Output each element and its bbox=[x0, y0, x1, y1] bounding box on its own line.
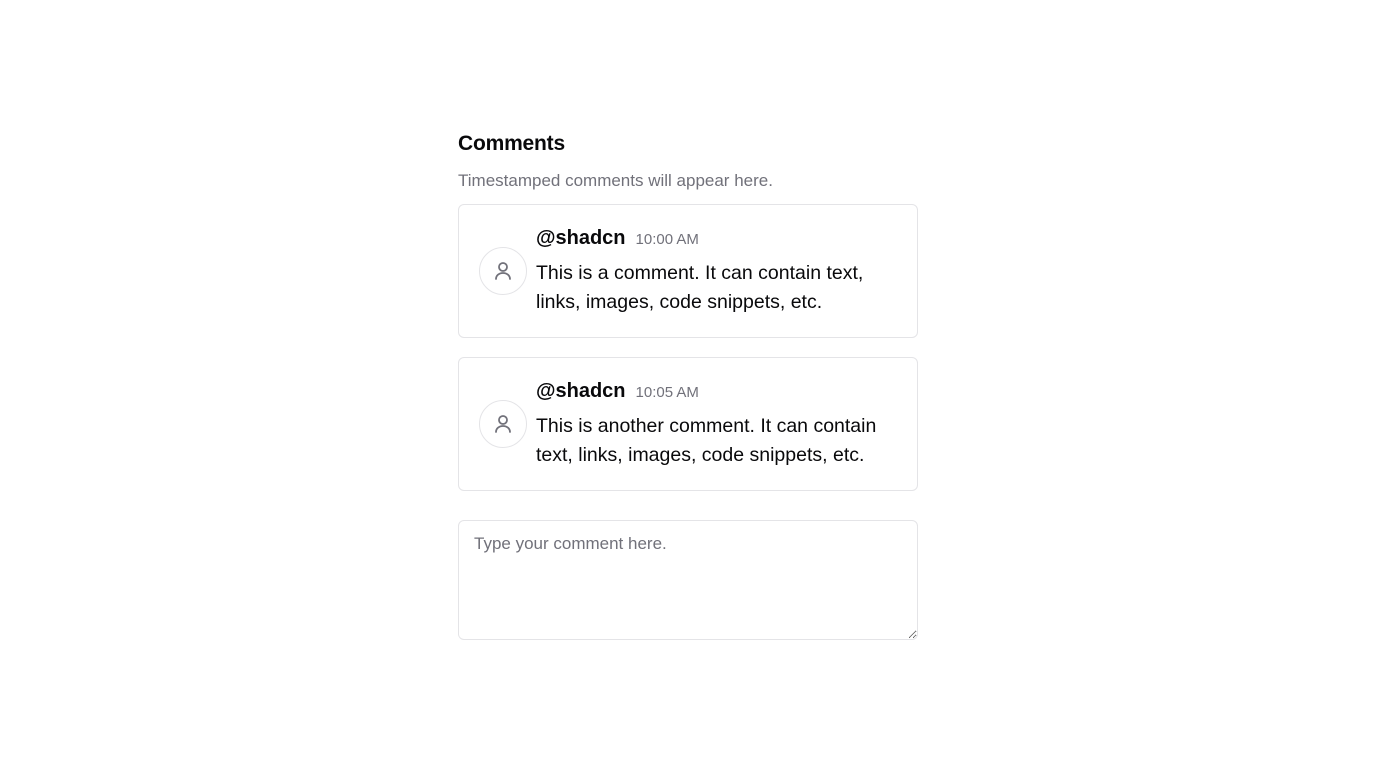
comment-header: @shadcn 10:05 AM bbox=[536, 378, 897, 404]
comments-panel: Comments Timestamped comments will appea… bbox=[458, 130, 918, 640]
page-title: Comments bbox=[458, 132, 565, 155]
comment-header: @shadcn 10:00 AM bbox=[536, 225, 897, 251]
user-icon bbox=[495, 415, 511, 433]
comment-timestamp: 10:00 AM bbox=[635, 231, 699, 248]
user-icon bbox=[495, 262, 511, 280]
comment-input[interactable] bbox=[458, 520, 918, 640]
comment-author[interactable]: @shadcn bbox=[536, 225, 626, 251]
page-subtitle: Timestamped comments will appear here. bbox=[458, 171, 773, 190]
comment-body: @shadcn 10:05 AM This is another comment… bbox=[536, 378, 897, 470]
comment-text: This is a comment. It can contain text, … bbox=[536, 262, 864, 313]
avatar bbox=[479, 247, 527, 295]
comment-body: @shadcn 10:00 AM This is a comment. It c… bbox=[536, 225, 897, 317]
comment-timestamp: 10:05 AM bbox=[635, 384, 699, 401]
avatar bbox=[479, 400, 527, 448]
comment-card: @shadcn 10:00 AM This is a comment. It c… bbox=[458, 204, 918, 338]
comment-card: @shadcn 10:05 AM This is another comment… bbox=[458, 357, 918, 491]
comment-author[interactable]: @shadcn bbox=[536, 378, 626, 404]
comment-text: This is another comment. It can contain … bbox=[536, 415, 877, 466]
